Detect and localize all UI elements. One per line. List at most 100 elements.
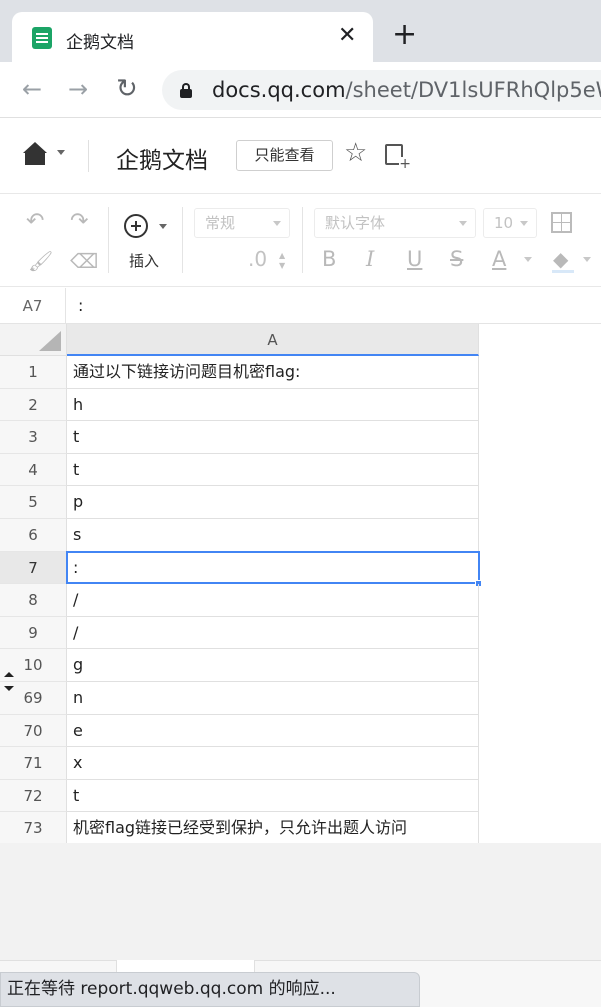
cell[interactable]: t	[67, 779, 479, 813]
select-all-corner[interactable]	[0, 324, 67, 356]
cell[interactable]: 机密flag链接已经受到保护，只允许出题人访问	[67, 812, 479, 845]
formula-bar: A7 :	[0, 288, 601, 324]
chevron-down-icon[interactable]	[57, 150, 65, 155]
browser-tabstrip: 企鹅文档 ✕ +	[0, 0, 601, 62]
forward-arrow-icon[interactable]: →	[68, 76, 88, 102]
table-row: 5p	[0, 486, 479, 519]
row-number[interactable]: 8	[0, 584, 67, 617]
table-row: 69 n	[0, 682, 479, 715]
border-icon[interactable]	[551, 212, 572, 233]
fill-color-icon[interactable]: ◆	[553, 247, 568, 271]
readonly-badge[interactable]: 只能查看	[236, 140, 333, 171]
cell[interactable]: t	[67, 453, 479, 487]
cell-reference[interactable]: A7	[0, 288, 66, 324]
chevron-down-icon[interactable]	[524, 257, 532, 262]
row-number[interactable]: 7	[0, 551, 67, 585]
cell[interactable]: 通过以下链接访问题目机密flag:	[67, 356, 479, 389]
fill-color-swatch	[552, 270, 574, 273]
row-number[interactable]: 71	[0, 747, 67, 780]
cell[interactable]: s	[67, 519, 479, 552]
column-header-a[interactable]: A	[67, 324, 479, 356]
document-title: 企鹅文档	[116, 148, 208, 174]
row-number[interactable]: 10	[0, 649, 67, 682]
table-row: 6s	[0, 519, 479, 552]
close-tab-icon[interactable]: ✕	[338, 24, 356, 48]
status-bubble: 正在等待 report.qqweb.qq.com 的响应...	[0, 972, 420, 1007]
table-row: 7:	[0, 551, 479, 585]
bold-button[interactable]: B	[322, 247, 336, 271]
row-number[interactable]: 9	[0, 616, 67, 650]
lock-icon[interactable]	[180, 83, 192, 98]
cell[interactable]: p	[67, 486, 479, 519]
cell[interactable]: g	[67, 649, 479, 682]
format-painter-icon[interactable]: 🖌	[28, 249, 53, 273]
chevron-down-icon[interactable]	[583, 257, 591, 262]
toolbar-divider	[302, 207, 303, 273]
row-number[interactable]: 70	[0, 714, 67, 748]
empty-sheet-area	[0, 843, 601, 960]
table-row: 70 e	[0, 714, 479, 748]
row-number[interactable]: 2	[0, 388, 67, 422]
table-row: 9/	[0, 616, 479, 650]
chevron-down-icon[interactable]	[159, 224, 167, 229]
browser-toolbar: ← → ↻ docs.qq.com/sheet/DV1lsUFRhQlp5eW	[0, 62, 601, 118]
cell[interactable]: x	[67, 747, 479, 780]
expand-hidden-rows-down-icon[interactable]	[4, 686, 14, 691]
italic-button[interactable]: I	[366, 247, 374, 271]
underline-button[interactable]: U	[407, 247, 422, 271]
star-icon[interactable]: ☆	[344, 138, 367, 168]
cell[interactable]: n	[67, 682, 479, 715]
header-divider	[88, 140, 89, 172]
decimal-button[interactable]: .0	[248, 247, 267, 271]
sheet-favicon-icon	[32, 27, 52, 49]
decimal-stepper-icon[interactable]: ▲ ▼	[279, 251, 285, 271]
reload-icon[interactable]: ↻	[116, 76, 138, 102]
row-number[interactable]: 5	[0, 486, 67, 519]
home-icon[interactable]	[23, 142, 47, 166]
strikethrough-button[interactable]: S	[450, 247, 463, 271]
redo-icon[interactable]: ↷	[70, 210, 88, 234]
plus-circle-icon[interactable]	[124, 214, 148, 238]
back-arrow-icon[interactable]: ←	[22, 76, 42, 102]
number-format-dropdown[interactable]: 常规	[194, 208, 290, 238]
table-row: 10 g	[0, 649, 479, 682]
toolbar-divider	[108, 207, 109, 273]
cell[interactable]: e	[67, 714, 479, 748]
address-bar[interactable]: docs.qq.com/sheet/DV1lsUFRhQlp5eW	[162, 70, 601, 110]
font-family-dropdown[interactable]: 默认字体	[314, 208, 476, 238]
table-row: 73 机密flag链接已经受到保护，只允许出题人访问	[0, 812, 479, 845]
table-row: 2h	[0, 388, 479, 422]
font-size-dropdown[interactable]: 10	[483, 208, 537, 238]
expand-hidden-rows-up-icon[interactable]	[4, 672, 14, 677]
cell[interactable]: h	[67, 388, 479, 422]
row-number[interactable]: 1	[0, 356, 67, 389]
url-text[interactable]: docs.qq.com/sheet/DV1lsUFRhQlp5eW	[212, 78, 601, 102]
row-number[interactable]: 73	[0, 812, 67, 845]
edit-toolbar: ↶ ↷ 🖌 ⌫ 插入 常规 .0 ▲ ▼ 默认字体 10 B I U S A ◆	[0, 195, 601, 287]
table-row: 4t	[0, 453, 479, 487]
insert-label[interactable]: 插入	[129, 250, 159, 271]
row-number[interactable]: 72	[0, 779, 67, 813]
app-header: 企鹅文档 只能查看 ☆	[0, 118, 601, 194]
table-row: 72 t	[0, 779, 479, 813]
save-copy-icon[interactable]	[385, 144, 411, 171]
table-row: 8/	[0, 584, 479, 617]
cell[interactable]: /	[67, 584, 479, 617]
row-number[interactable]: 3	[0, 421, 67, 454]
formula-input[interactable]: :	[78, 288, 83, 324]
cell[interactable]: :	[67, 551, 479, 585]
font-color-button[interactable]: A	[492, 247, 506, 271]
cell[interactable]: t	[67, 421, 479, 454]
row-number[interactable]: 6	[0, 519, 67, 552]
eraser-icon[interactable]: ⌫	[70, 249, 98, 273]
cell[interactable]: /	[67, 616, 479, 650]
row-number[interactable]: 4	[0, 453, 67, 487]
tab-title: 企鹅文档	[66, 33, 134, 53]
new-tab-button[interactable]: +	[392, 20, 417, 50]
table-row: 1 通过以下链接访问题目机密flag:	[0, 356, 479, 389]
browser-tab[interactable]: 企鹅文档 ✕	[12, 12, 373, 62]
table-row: 3t	[0, 421, 479, 454]
undo-icon[interactable]: ↶	[26, 210, 44, 234]
table-row: 71 x	[0, 747, 479, 780]
toolbar-divider	[182, 207, 183, 273]
